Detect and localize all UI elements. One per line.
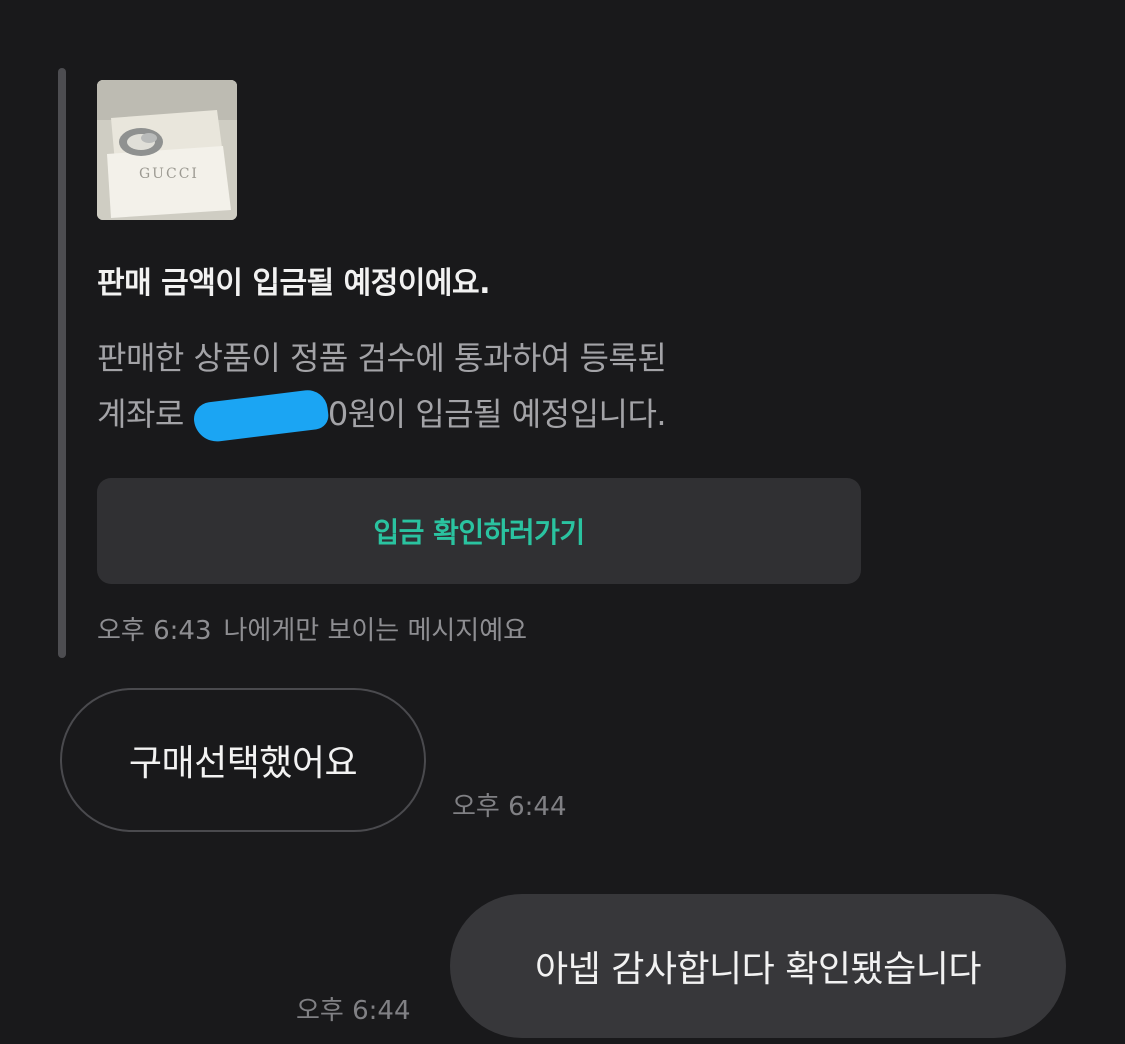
- check-deposit-button-label: 입금 확인하러가기: [373, 516, 585, 549]
- outgoing-message-bubble[interactable]: 아넵 감사합니다 확인됐습니다: [450, 894, 1066, 1038]
- notice-time: 오후 6:43: [97, 616, 212, 646]
- outgoing-message-text: 아넵 감사합니다 확인됐습니다: [535, 949, 981, 990]
- product-thumbnail-image: [97, 80, 237, 220]
- notice-body-suffix: 0원이 입금될 예정입니다.: [327, 395, 667, 433]
- notice-title: 판매 금액이 입금될 예정이에요.: [97, 266, 491, 301]
- incoming-message-text: 구매선택했어요: [128, 743, 358, 784]
- notice-body: 판매한 상품이 정품 검수에 통과하여 등록된 계좌로 0원이 입금될 예정입니다…: [97, 330, 857, 445]
- system-notice-card: GUCCI 판매 금액이 입금될 예정이에요. 판매한 상품이 정품 검수에 통…: [58, 68, 878, 658]
- incoming-message-time: 오후 6:44: [452, 792, 567, 822]
- redacted-amount-mark: [191, 387, 330, 445]
- product-thumbnail[interactable]: GUCCI: [97, 80, 237, 220]
- notice-body-line-2: 계좌로 0원이 입금될 예정입니다.: [97, 386, 857, 445]
- outgoing-message-time: 오후 6:44: [296, 996, 411, 1026]
- chat-screen: GUCCI 판매 금액이 입금될 예정이에요. 판매한 상품이 정품 검수에 통…: [0, 0, 1125, 1044]
- notice-accent-bar: [58, 68, 66, 658]
- notice-meta: 오후 6:43 나에게만 보이는 메시지예요: [97, 610, 527, 647]
- incoming-message-bubble[interactable]: 구매선택했어요: [60, 688, 426, 832]
- notice-body-prefix: 계좌로: [97, 395, 184, 433]
- notice-body-line-1: 판매한 상품이 정품 검수에 통과하여 등록된: [97, 339, 667, 377]
- thumbnail-brand-text: GUCCI: [139, 166, 199, 182]
- notice-visibility-note: 나에게만 보이는 메시지예요: [223, 616, 528, 646]
- check-deposit-button[interactable]: 입금 확인하러가기: [97, 478, 861, 584]
